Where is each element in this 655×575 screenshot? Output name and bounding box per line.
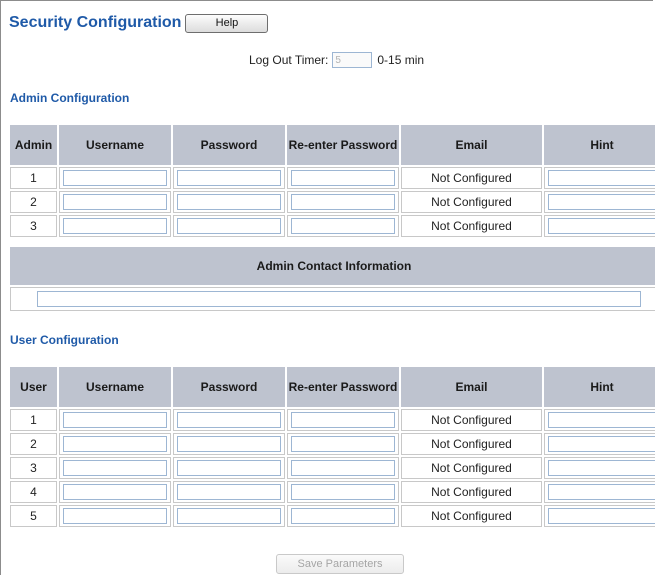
admin-contact-row bbox=[10, 287, 655, 311]
user-1-hint-input[interactable] bbox=[548, 412, 655, 428]
user-id: 2 bbox=[10, 433, 57, 455]
admin-3-hint-input[interactable] bbox=[548, 218, 655, 234]
admin-col-username: Username bbox=[59, 125, 171, 165]
user-row-4: 4 Not Configured bbox=[10, 481, 655, 503]
user-row-1: 1 Not Configured bbox=[10, 409, 655, 431]
admin-contact-header: Admin Contact Information bbox=[10, 247, 655, 285]
user-2-reenter-password-input[interactable] bbox=[291, 436, 395, 452]
admin-2-hint-input[interactable] bbox=[548, 194, 655, 210]
user-1-password-input[interactable] bbox=[177, 412, 281, 428]
admin-2-password-input[interactable] bbox=[177, 194, 281, 210]
user-3-password-input[interactable] bbox=[177, 460, 281, 476]
user-4-reenter-password-input[interactable] bbox=[291, 484, 395, 500]
admin-contact-input[interactable] bbox=[37, 291, 641, 307]
admin-section-title: Admin Configuration bbox=[10, 91, 130, 105]
user-2-username-input[interactable] bbox=[63, 436, 167, 452]
logout-timer-range: 0-15 min bbox=[377, 53, 425, 67]
user-table: User Username Password Re-enter Password… bbox=[8, 365, 655, 529]
admin-2-email-status: Not Configured bbox=[401, 191, 542, 213]
user-3-hint-input[interactable] bbox=[548, 460, 655, 476]
user-col-email: Email bbox=[401, 367, 542, 407]
user-row-5: 5 Not Configured bbox=[10, 505, 655, 527]
save-parameters-button[interactable]: Save Parameters bbox=[276, 554, 404, 574]
admin-1-reenter-password-input[interactable] bbox=[291, 170, 395, 186]
user-5-hint-input[interactable] bbox=[548, 508, 655, 524]
logout-timer-input[interactable] bbox=[332, 52, 373, 68]
admin-row-1: 1 Not Configured bbox=[10, 167, 655, 189]
admin-col-reenter-password: Re-enter Password bbox=[287, 125, 399, 165]
admin-1-hint-input[interactable] bbox=[548, 170, 655, 186]
user-4-hint-input[interactable] bbox=[548, 484, 655, 500]
user-1-reenter-password-input[interactable] bbox=[291, 412, 395, 428]
user-id: 5 bbox=[10, 505, 57, 527]
user-4-password-input[interactable] bbox=[177, 484, 281, 500]
admin-1-username-input[interactable] bbox=[63, 170, 167, 186]
user-5-email-status: Not Configured bbox=[401, 505, 542, 527]
title-row: Security Configuration Help bbox=[9, 13, 269, 33]
user-col-hint: Hint bbox=[544, 367, 655, 407]
admin-1-password-input[interactable] bbox=[177, 170, 281, 186]
admin-1-email-status: Not Configured bbox=[401, 167, 542, 189]
user-2-password-input[interactable] bbox=[177, 436, 281, 452]
admin-3-email-status: Not Configured bbox=[401, 215, 542, 237]
user-1-username-input[interactable] bbox=[63, 412, 167, 428]
user-id: 3 bbox=[10, 457, 57, 479]
logout-timer-label: Log Out Timer: bbox=[249, 53, 329, 67]
admin-col-password: Password bbox=[173, 125, 285, 165]
user-5-password-input[interactable] bbox=[177, 508, 281, 524]
logout-timer-row: Log Out Timer: 0-15 min bbox=[249, 52, 424, 68]
user-1-email-status: Not Configured bbox=[401, 409, 542, 431]
admin-2-reenter-password-input[interactable] bbox=[291, 194, 395, 210]
help-button[interactable]: Help bbox=[185, 13, 269, 33]
page-title: Security Configuration bbox=[9, 14, 182, 31]
admin-3-password-input[interactable] bbox=[177, 218, 281, 234]
user-id: 1 bbox=[10, 409, 57, 431]
admin-col-email: Email bbox=[401, 125, 542, 165]
user-3-email-status: Not Configured bbox=[401, 457, 542, 479]
admin-row-3: 3 Not Configured bbox=[10, 215, 655, 237]
user-2-email-status: Not Configured bbox=[401, 433, 542, 455]
user-3-username-input[interactable] bbox=[63, 460, 167, 476]
admin-col-admin: Admin bbox=[10, 125, 57, 165]
user-4-email-status: Not Configured bbox=[401, 481, 542, 503]
admin-id: 1 bbox=[10, 167, 57, 189]
user-id: 4 bbox=[10, 481, 57, 503]
admin-id: 2 bbox=[10, 191, 57, 213]
user-row-2: 2 Not Configured bbox=[10, 433, 655, 455]
admin-3-reenter-password-input[interactable] bbox=[291, 218, 395, 234]
admin-2-username-input[interactable] bbox=[63, 194, 167, 210]
user-2-hint-input[interactable] bbox=[548, 436, 655, 452]
user-3-reenter-password-input[interactable] bbox=[291, 460, 395, 476]
user-section-title: User Configuration bbox=[10, 333, 119, 347]
user-col-username: Username bbox=[59, 367, 171, 407]
user-col-password: Password bbox=[173, 367, 285, 407]
user-5-username-input[interactable] bbox=[63, 508, 167, 524]
user-row-3: 3 Not Configured bbox=[10, 457, 655, 479]
admin-row-2: 2 Not Configured bbox=[10, 191, 655, 213]
admin-id: 3 bbox=[10, 215, 57, 237]
user-4-username-input[interactable] bbox=[63, 484, 167, 500]
user-col-user: User bbox=[10, 367, 57, 407]
admin-table: Admin Username Password Re-enter Passwor… bbox=[8, 123, 655, 239]
admin-3-username-input[interactable] bbox=[63, 218, 167, 234]
user-col-reenter-password: Re-enter Password bbox=[287, 367, 399, 407]
admin-col-hint: Hint bbox=[544, 125, 655, 165]
user-5-reenter-password-input[interactable] bbox=[291, 508, 395, 524]
